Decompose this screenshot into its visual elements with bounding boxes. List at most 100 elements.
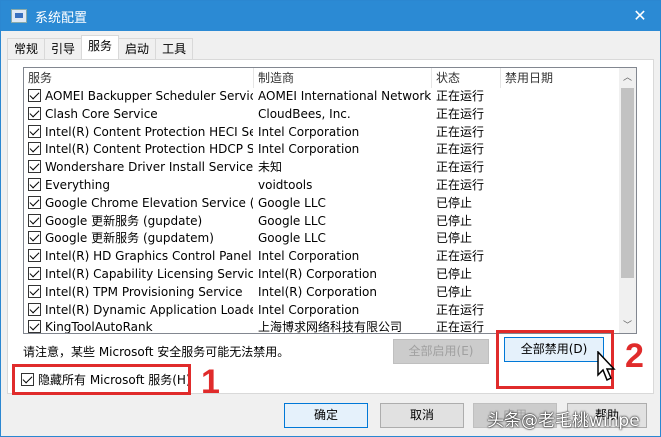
service-name-text: Google Chrome Elevation Service (G... (45, 195, 253, 210)
service-status: 已停止 (436, 266, 473, 281)
service-row[interactable]: Google Chrome Elevation Service (G... Goo… (24, 195, 636, 213)
service-status: 正在运行 (436, 160, 485, 175)
tab-tools[interactable]: 工具 (155, 38, 194, 59)
watermark: 头条@老毛桃winpe (487, 411, 640, 431)
service-vendor: CloudBees, Inc. (258, 106, 351, 121)
service-checkbox[interactable] (28, 106, 41, 120)
service-checkbox[interactable] (28, 195, 41, 209)
service-status: 正在运行 (436, 320, 485, 334)
service-status: 正在运行 (436, 249, 485, 264)
tab-startup[interactable]: 启动 (118, 38, 157, 59)
service-disabled-date (500, 213, 620, 231)
service-checkbox[interactable] (28, 249, 41, 263)
col-disabled-date[interactable]: 禁用日期 (500, 68, 620, 88)
annotation-box-1 (12, 364, 191, 395)
service-row[interactable]: Intel(R) Capability Licensing Service ..… (24, 266, 636, 284)
service-disabled-date (500, 177, 620, 195)
service-name: Intel(R) Dynamic Application Loader... (24, 302, 253, 320)
service-row[interactable]: Google 更新服务 (gupdatem) Google LLC 已停止 (24, 230, 636, 248)
service-status: 已停止 (436, 231, 473, 246)
service-vendor: 上海博求网络科技有限公司 (258, 320, 403, 334)
service-checkbox[interactable] (28, 302, 41, 316)
tab-boot[interactable]: 引导 (44, 38, 83, 59)
service-vendor: Intel(R) Corporation (258, 284, 377, 299)
ok-button[interactable]: 确定 (284, 403, 368, 428)
service-row[interactable]: Intel(R) Content Protection HDCP Se... In… (24, 141, 636, 159)
annotation-number-2: 2 (625, 337, 644, 375)
service-row[interactable]: Clash Core Service CloudBees, Inc. 正在运行 (24, 106, 636, 124)
service-checkbox[interactable] (28, 177, 41, 191)
service-checkbox[interactable] (28, 142, 41, 156)
msconfig-icon (11, 9, 27, 23)
service-disabled-date (500, 88, 620, 106)
col-status[interactable]: 状态 (431, 68, 500, 88)
service-checkbox[interactable] (28, 284, 41, 298)
service-name: Intel(R) Content Protection HDCP Se... (24, 141, 253, 159)
service-row[interactable]: Intel(R) TPM Provisioning Service Intel(R… (24, 284, 636, 302)
service-disabled-date (500, 141, 620, 159)
service-row[interactable]: Google 更新服务 (gupdate) Google LLC 已停止 (24, 213, 636, 231)
tab-services[interactable]: 服务 (81, 35, 120, 59)
scroll-up-icon[interactable]: ︿ (619, 70, 636, 83)
service-status: 已停止 (436, 195, 473, 210)
service-name-text: Intel(R) Capability Licensing Service ..… (45, 266, 253, 281)
service-checkbox[interactable] (28, 231, 41, 245)
service-vendor: Intel Corporation (258, 249, 360, 264)
service-status: 已停止 (436, 284, 473, 299)
service-checkbox[interactable] (28, 320, 41, 333)
service-row[interactable]: Everything voidtools 正在运行 (24, 177, 636, 195)
service-name: Intel(R) HD Graphics Control Panel S... (24, 248, 253, 266)
annotation-number-1: 1 (201, 363, 220, 401)
service-row[interactable]: AOMEI Backupper Scheduler Service AOMEI I… (24, 88, 636, 106)
service-name-text: AOMEI Backupper Scheduler Service (45, 89, 253, 103)
list-header: 服务 制造商 状态 禁用日期 (24, 68, 636, 88)
service-checkbox[interactable] (28, 160, 41, 174)
service-name: Intel(R) TPM Provisioning Service (24, 284, 253, 302)
window-title: 系统配置 (35, 10, 88, 26)
service-disabled-date (500, 195, 620, 213)
service-disabled-date (500, 248, 620, 266)
service-name: Everything (24, 177, 253, 195)
service-disabled-date (500, 284, 620, 302)
service-name-text: Intel(R) Content Protection HECI Ser... (45, 124, 253, 139)
scroll-thumb[interactable] (621, 88, 634, 278)
service-row[interactable]: Wondershare Driver Install Service wx 未知 正… (24, 159, 636, 177)
service-status: 正在运行 (436, 142, 485, 157)
service-vendor: AOMEI International Network... (258, 89, 431, 103)
service-vendor: Intel(R) Corporation (258, 266, 377, 281)
service-disabled-date (500, 159, 620, 177)
scrollbar[interactable]: ︿ ﹀ (619, 68, 636, 333)
service-name: Intel(R) Capability Licensing Service ..… (24, 266, 253, 284)
service-name: Google 更新服务 (gupdate) (24, 213, 253, 231)
col-vendor[interactable]: 制造商 (253, 68, 431, 88)
cancel-button[interactable]: 取消 (380, 403, 464, 428)
service-vendor: 未知 (258, 160, 283, 175)
service-row[interactable]: Intel(R) Content Protection HECI Ser... I… (24, 124, 636, 142)
enable-all-button[interactable]: 全部启用(E) (393, 339, 489, 364)
service-checkbox[interactable] (28, 89, 41, 102)
service-row[interactable]: Intel(R) HD Graphics Control Panel S... I… (24, 248, 636, 266)
service-status: 正在运行 (436, 89, 485, 103)
service-disabled-date (500, 106, 620, 124)
service-name-text: Wondershare Driver Install Service wx (45, 160, 253, 175)
service-disabled-date (500, 230, 620, 248)
service-name-text: Intel(R) TPM Provisioning Service (45, 284, 243, 299)
tab-general[interactable]: 常规 (7, 38, 46, 59)
service-name: Google Chrome Elevation Service (G... (24, 195, 253, 213)
service-checkbox[interactable] (28, 213, 41, 227)
service-name-text: Intel(R) Dynamic Application Loader... (45, 302, 253, 317)
services-list[interactable]: 服务 制造商 状态 禁用日期 AOMEI Backupper Scheduler… (23, 67, 637, 334)
service-checkbox[interactable] (28, 124, 41, 138)
service-name-text: Google 更新服务 (gupdatem) (45, 231, 214, 246)
close-button[interactable]: ✕ (630, 6, 650, 25)
scroll-down-icon[interactable]: ﹀ (619, 318, 636, 331)
service-name: AOMEI Backupper Scheduler Service (24, 88, 253, 106)
service-name-text: Clash Core Service (45, 106, 158, 121)
service-checkbox[interactable] (28, 266, 41, 280)
service-disabled-date (500, 302, 620, 320)
service-name: Google 更新服务 (gupdatem) (24, 230, 253, 248)
service-row[interactable]: Intel(R) Dynamic Application Loader... In… (24, 302, 636, 320)
service-vendor: Intel Corporation (258, 142, 360, 157)
col-service[interactable]: 服务 (24, 68, 253, 88)
service-vendor: Google LLC (258, 213, 326, 228)
